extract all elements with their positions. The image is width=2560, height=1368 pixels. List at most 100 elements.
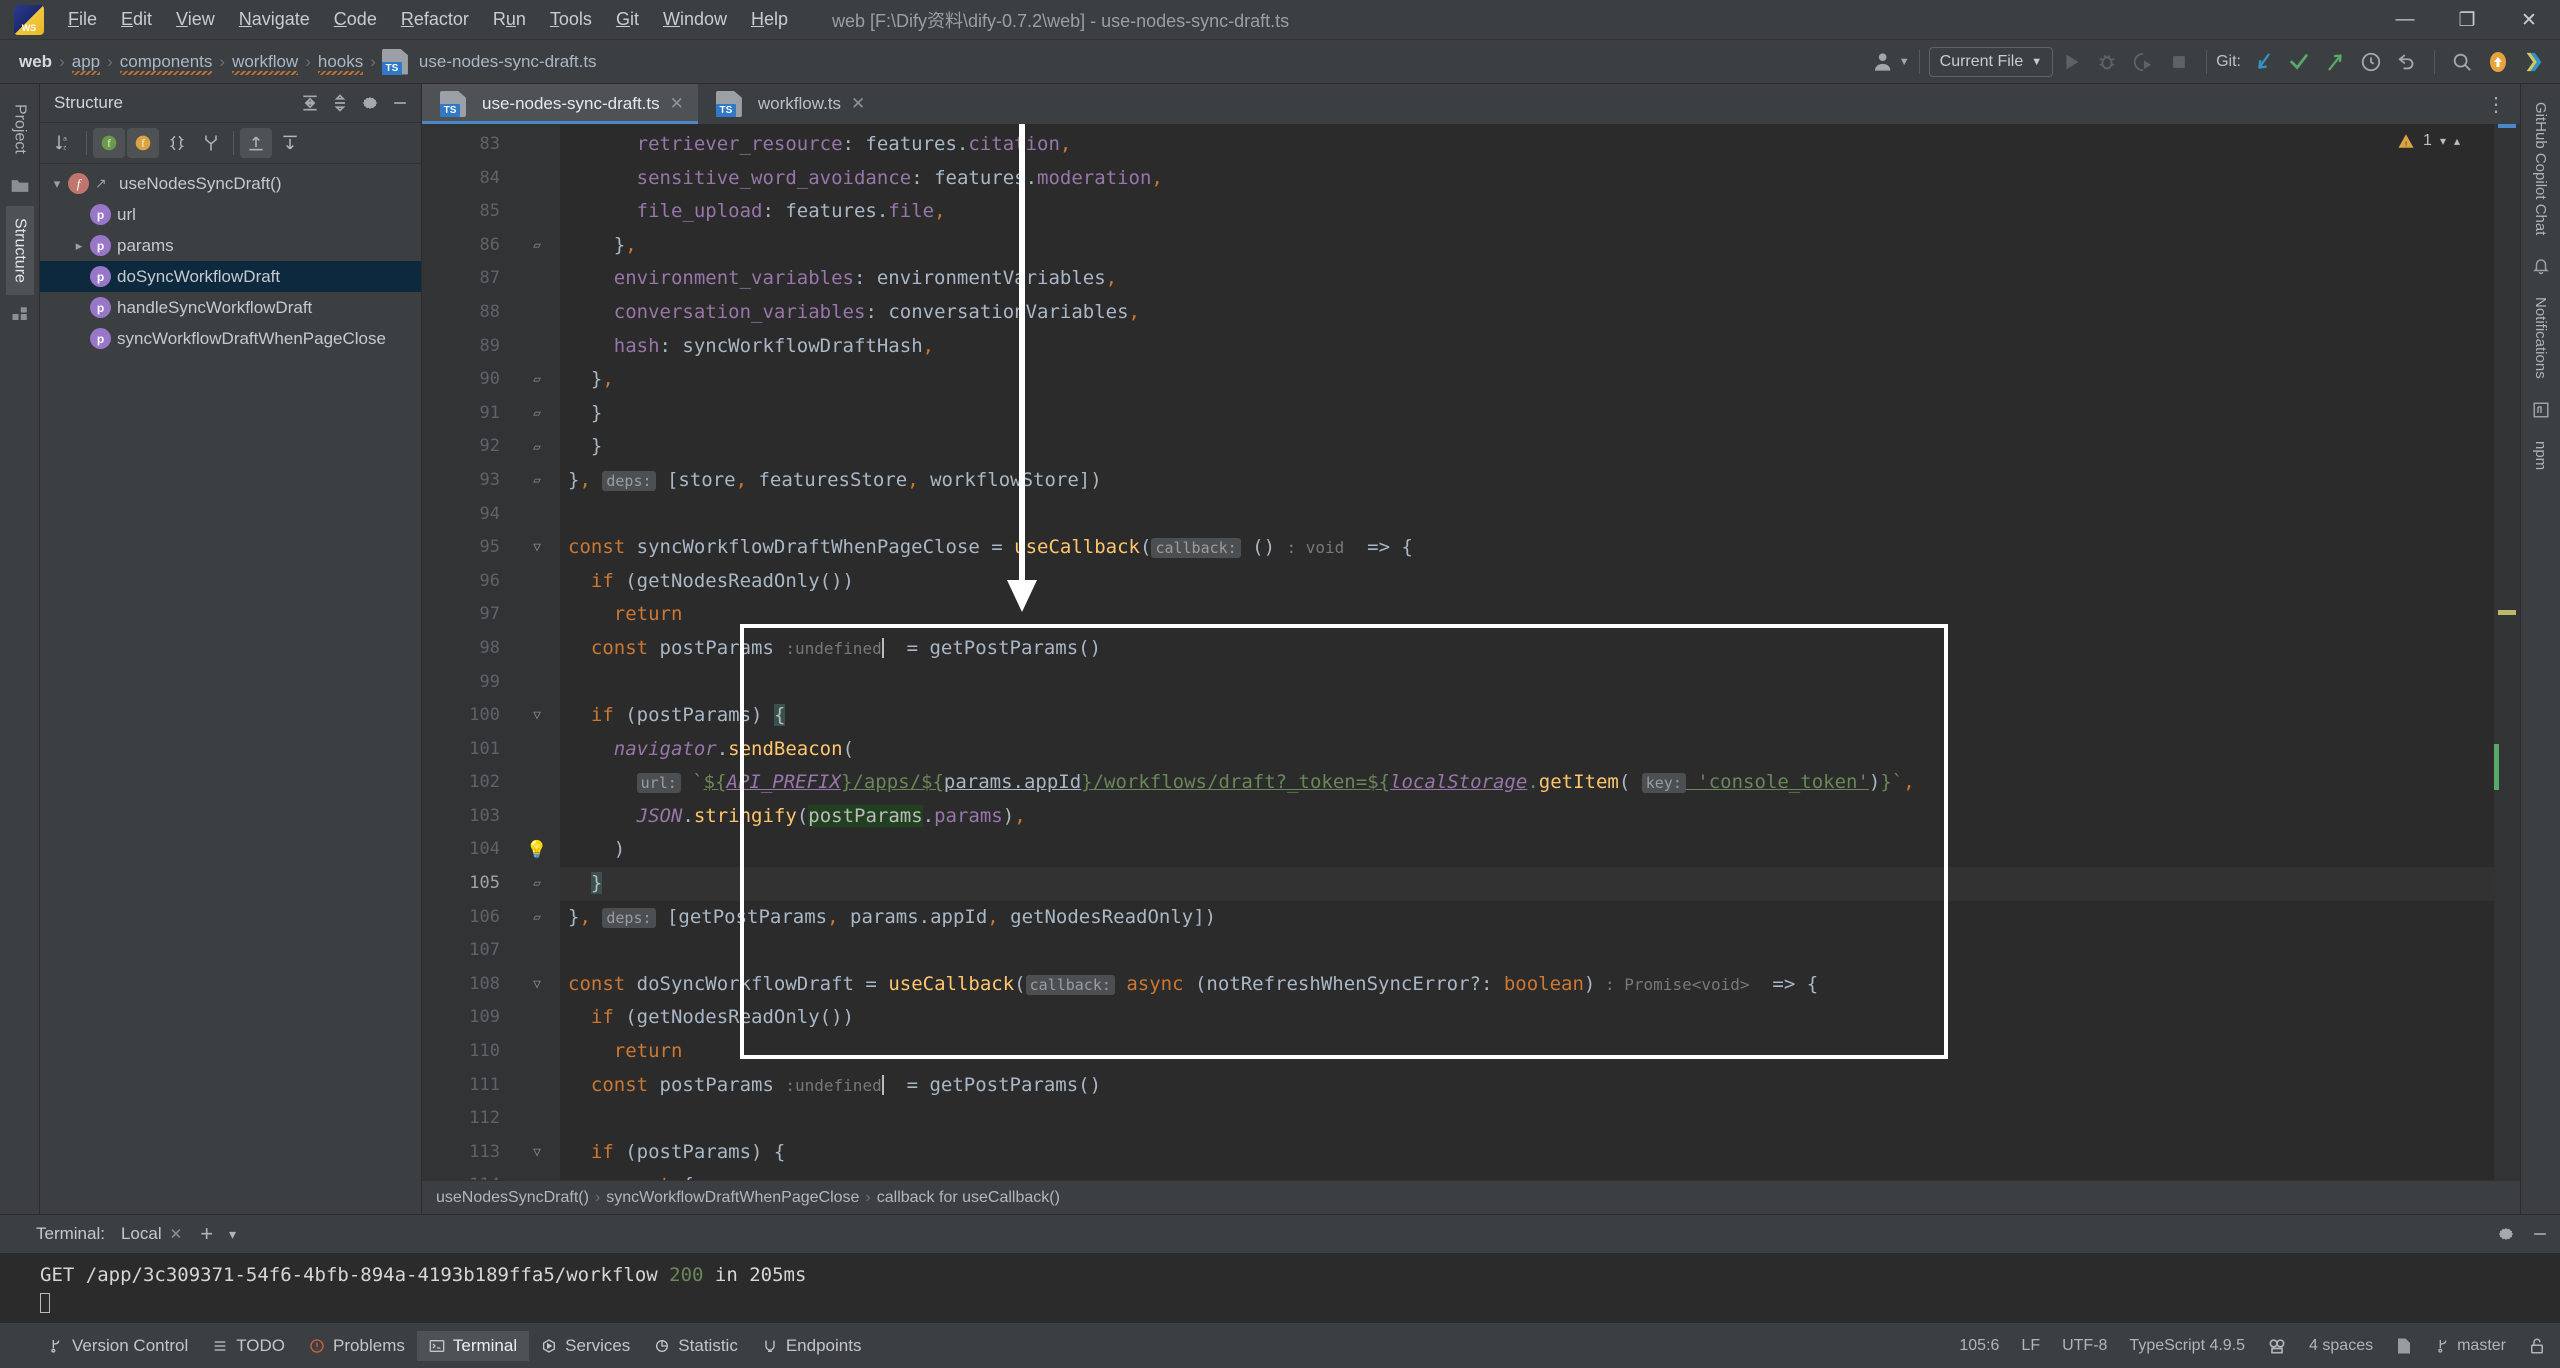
code-line-100[interactable]: if (postParams) { [560,699,2494,733]
settings-gear-icon[interactable] [2496,1224,2516,1244]
unlock-icon[interactable] [2528,1337,2546,1355]
show-properties-icon[interactable]: f [127,128,159,158]
git-commit-icon[interactable] [2281,45,2317,79]
code-line-87[interactable]: environment_variables: environmentVariab… [560,262,2494,296]
statusbar-tab-todo[interactable]: TODO [200,1331,297,1361]
file-encoding[interactable]: UTF-8 [2062,1337,2107,1355]
code-line-103[interactable]: JSON.stringify(postParams.params), [560,800,2494,834]
code-line-85[interactable]: file_upload: features.file, [560,195,2494,229]
breadcrumb-item-hooks[interactable]: hooks [313,50,368,75]
search-icon[interactable] [2444,45,2480,79]
file-type-icon[interactable] [2395,1337,2413,1355]
code-line-104[interactable]: ) [560,833,2494,867]
menu-view[interactable]: View [164,5,227,34]
menu-git[interactable]: Git [604,5,651,34]
scroll-from-source-icon[interactable] [240,128,272,158]
undo-icon[interactable] [2389,45,2425,79]
editor-breadcrumb-item-1[interactable]: syncWorkflowDraftWhenPageClose [606,1189,859,1207]
close-button[interactable]: ✕ [2498,0,2560,40]
terminal-prompt[interactable] [40,1289,2560,1317]
chevron-right-icon[interactable]: ▸ [68,238,90,254]
close-tab-icon[interactable]: ✕ [670,94,684,114]
collapse-all-icon[interactable] [325,89,355,117]
menu-refactor[interactable]: Refactor [389,5,481,34]
statusbar-tab-problems[interactable]: Problems [297,1331,417,1361]
menu-edit[interactable]: Edit [109,5,164,34]
language-version[interactable]: TypeScript 4.9.5 [2129,1337,2245,1355]
maximize-button[interactable]: ❐ [2436,0,2498,40]
tree-node-url[interactable]: p url [40,199,421,230]
fold-marker[interactable]: ▱ [514,397,560,431]
fold-gutter[interactable]: ▱ ▱ ▱ ▱ ▱ ▽ ▽ 💡 ▱ ▱ ▽ ▽ [514,124,560,1180]
show-anonymous-classes-icon[interactable] [161,128,193,158]
run-configuration-selector[interactable]: Current File ▼ [1928,47,2054,77]
fold-marker[interactable]: ▱ [514,430,560,464]
menu-help[interactable]: Help [739,5,800,34]
fold-marker[interactable]: ▽ [514,1136,560,1170]
code-line-92[interactable]: } [560,430,2494,464]
scroll-to-source-icon[interactable] [274,128,306,158]
code-line-89[interactable]: hash: syncWorkflowDraftHash, [560,330,2494,364]
chevron-up-icon[interactable]: ▴ [2454,134,2460,148]
line-separator[interactable]: LF [2021,1337,2040,1355]
tree-node-syncWorkflowDraftWhenPageClose[interactable]: p syncWorkflowDraftWhenPageClose [40,323,421,354]
terminal-output[interactable]: GET /app/3c309371-54f6-4bfb-894a-4193b18… [0,1253,2560,1322]
settings-gear-icon[interactable] [355,89,385,117]
sidebar-item-npm[interactable]: npm [2528,429,2553,482]
ide-plugin-icon[interactable] [2516,45,2552,79]
folder-icon[interactable] [10,176,30,196]
breadcrumb-item-file[interactable]: use-nodes-sync-draft.ts [414,50,602,74]
debug-icon[interactable] [2089,45,2125,79]
expand-all-icon[interactable] [295,89,325,117]
error-stripe-gutter[interactable] [2494,124,2520,1180]
breadcrumb-item-web[interactable]: web [14,50,57,74]
code-line-99[interactable] [560,666,2494,700]
code-line-91[interactable]: } [560,397,2494,431]
menu-navigate[interactable]: Navigate [227,5,322,34]
code-line-105[interactable]: } [560,867,2494,901]
code-line-93[interactable]: }, deps: [store, featuresStore, workflow… [560,464,2494,498]
inspection-widget[interactable]: ! 1 ▾ ▴ [2397,132,2460,150]
show-inherited-icon[interactable] [195,128,227,158]
terminal-session-tab[interactable]: Local ✕ [121,1224,182,1244]
code-line-95[interactable]: const syncWorkflowDraftWhenPageClose = u… [560,531,2494,565]
run-with-coverage-icon[interactable] [2125,45,2161,79]
tree-node-params[interactable]: ▸ p params [40,230,421,261]
indent-setting[interactable]: 4 spaces [2309,1337,2373,1355]
code-line-96[interactable]: if (getNodesReadOnly()) [560,565,2494,599]
history-icon[interactable] [2353,45,2389,79]
tree-node-handleSyncWorkflowDraft[interactable]: p handleSyncWorkflowDraft [40,292,421,323]
chevron-down-icon[interactable]: ▾ [229,1226,236,1243]
code-line-94[interactable] [560,498,2494,532]
chevron-down-icon[interactable]: ▾ [2440,134,2446,148]
update-available-icon[interactable] [2480,45,2516,79]
code-line-113[interactable]: if (postParams) { [560,1136,2494,1170]
code-line-97[interactable]: return [560,598,2494,632]
code-line-109[interactable]: if (getNodesReadOnly()) [560,1001,2494,1035]
statusbar-tab-version-control[interactable]: Version Control [36,1331,200,1361]
run-icon[interactable] [2053,45,2089,79]
tree-node-useNodesSyncDraft[interactable]: ▾ f ↗ useNodesSyncDraft() [40,168,421,199]
hide-panel-icon[interactable] [2530,1224,2550,1244]
breadcrumb-item-app[interactable]: app [67,50,105,75]
git-push-icon[interactable] [2317,45,2353,79]
menu-window[interactable]: Window [651,5,739,34]
tab-workflow[interactable]: TS workflow.ts ✕ [698,84,879,124]
statusbar-tab-statistic[interactable]: Statistic [642,1331,750,1361]
inspection-profile-icon[interactable] [2267,1336,2287,1356]
statusbar-tab-services[interactable]: Services [529,1331,642,1361]
code-line-107[interactable] [560,934,2494,968]
code-line-90[interactable]: }, [560,363,2494,397]
hide-panel-icon[interactable] [385,89,415,117]
close-tab-icon[interactable]: ✕ [851,94,865,114]
code-editor[interactable]: 83 84 85 86 87 88 89 90 91 92 93 94 95 9… [422,124,2520,1180]
show-fields-icon[interactable]: f [93,128,125,158]
sort-alphabetically-icon[interactable]: az [48,128,80,158]
tree-node-doSyncWorkflowDraft[interactable]: p doSyncWorkflowDraft [40,261,421,292]
close-session-icon[interactable]: ✕ [170,1225,183,1243]
code-line-88[interactable]: conversation_variables: conversationVari… [560,296,2494,330]
menu-run[interactable]: Run [481,5,538,34]
fold-marker[interactable]: ▽ [514,968,560,1002]
intention-bulb-icon[interactable]: 💡 [514,833,560,867]
fold-marker[interactable]: ▱ [514,229,560,263]
